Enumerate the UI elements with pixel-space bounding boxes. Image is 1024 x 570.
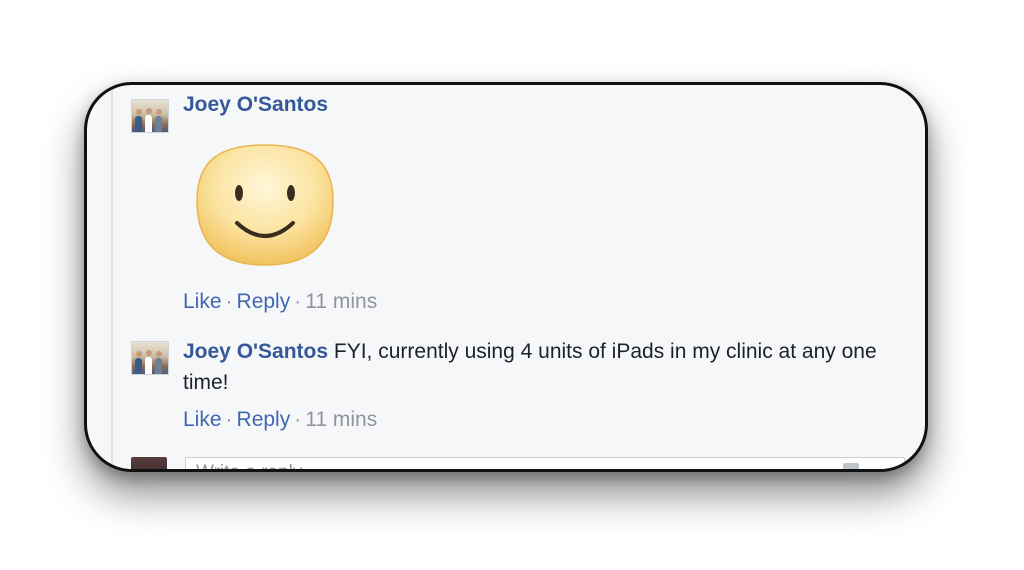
avatar[interactable] <box>131 341 169 375</box>
comment-author-link[interactable]: Joey O'Santos <box>183 93 328 117</box>
timestamp-link[interactable]: 11 mins <box>305 408 377 431</box>
separator: · <box>294 290 302 313</box>
screenshot-stage: Joey O'Santos Like · Reply · 11 mins Joe… <box>0 0 1024 570</box>
reply-link[interactable]: Reply <box>237 408 291 431</box>
like-link[interactable]: Like <box>183 408 222 431</box>
comment-body: Joey O'Santos FYI, currently using 4 uni… <box>183 336 903 398</box>
comment-actions: Like · Reply · 11 mins <box>183 408 377 432</box>
reply-input[interactable]: Write a reply... <box>185 457 905 469</box>
comment-thread-card: Joey O'Santos Like · Reply · 11 mins Joe… <box>84 82 928 472</box>
comment-author-link[interactable]: Joey O'Santos <box>183 340 328 363</box>
separator: · <box>225 408 233 431</box>
timestamp-link[interactable]: 11 mins <box>305 290 377 313</box>
like-link[interactable]: Like <box>183 290 222 313</box>
camera-icon[interactable] <box>843 463 859 469</box>
smiley-face-sticker <box>196 144 334 266</box>
separator: · <box>225 290 233 313</box>
current-user-avatar <box>131 457 167 469</box>
avatar[interactable] <box>131 99 169 133</box>
thread-indent-rule <box>111 85 113 469</box>
separator: · <box>294 408 302 431</box>
comment-actions: Like · Reply · 11 mins <box>183 290 377 314</box>
reply-link[interactable]: Reply <box>237 290 291 313</box>
